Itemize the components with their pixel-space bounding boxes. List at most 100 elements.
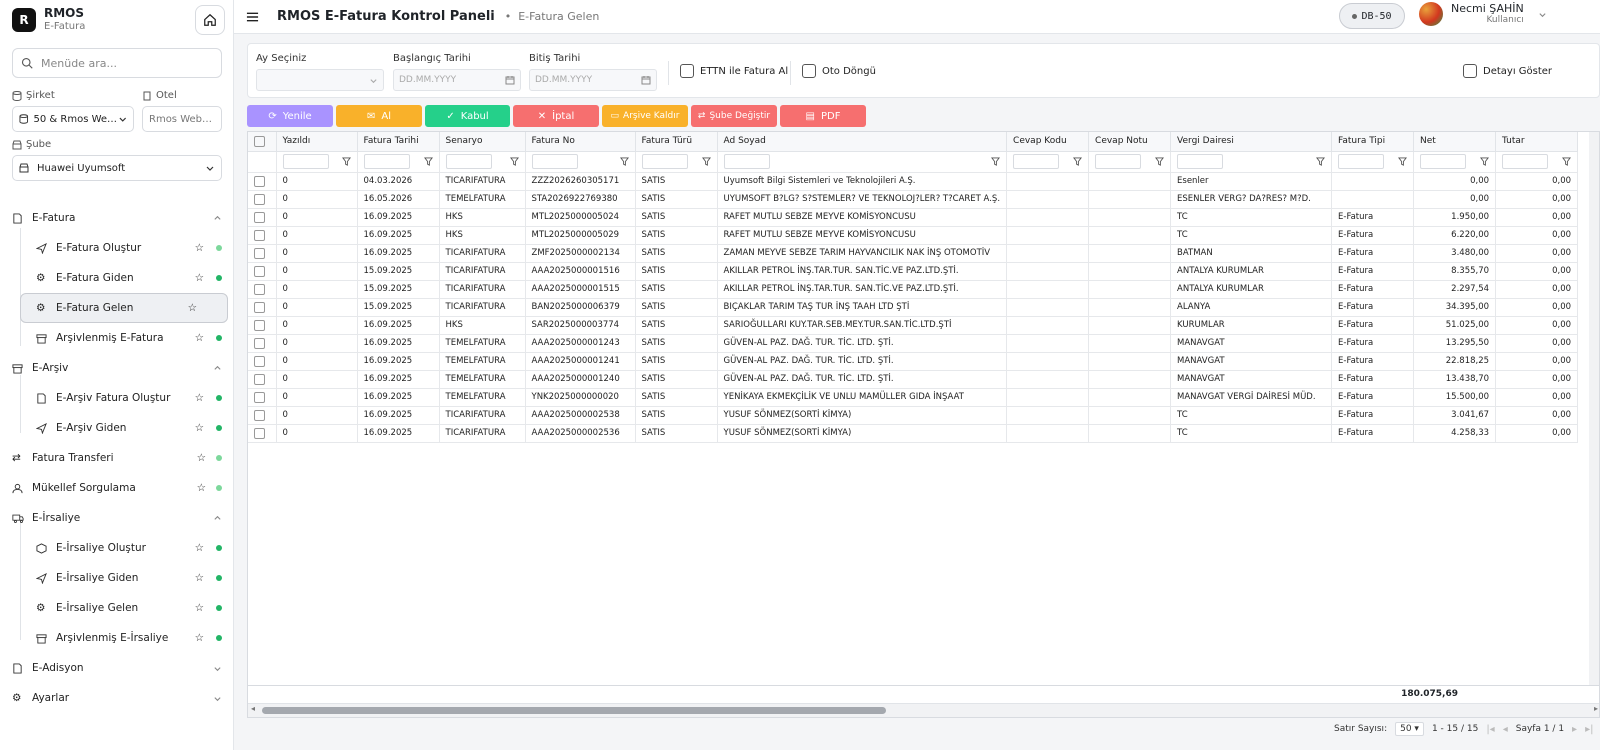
home-button[interactable] (195, 5, 225, 35)
user-menu[interactable]: Necmi ŞAHİN Kullanıcı (1419, 2, 1547, 26)
star-icon[interactable]: ☆ (195, 632, 204, 644)
sidebar-section-ayarlar[interactable]: ⚙ Ayarlar (0, 683, 234, 713)
sirket-select[interactable]: 50 & Rmos Web Demo (12, 106, 134, 132)
sidebar-item-arsivlenmis-e-fatura[interactable]: Arşivlenmiş E-Fatura ☆ (0, 323, 234, 353)
horizontal-scrollbar[interactable]: ◂ ▸ (248, 703, 1599, 717)
filter-icon[interactable] (423, 157, 433, 166)
row-select-cell[interactable] (248, 316, 277, 335)
filter-icon[interactable] (1562, 157, 1572, 166)
filter-icon[interactable] (341, 157, 351, 166)
table-row[interactable]: 0 15.09.2025 TICARIFATURA AAA2025000001516 S… (248, 262, 1579, 281)
row-checkbox[interactable] (254, 409, 265, 421)
sidebar-item-e-fatura-gelen[interactable]: ⚙ E-Fatura Gelen ☆ (20, 293, 228, 323)
table-row[interactable]: 0 16.09.2025 TICARIFATURA AAA2025000002536 S… (248, 424, 1579, 443)
row-checkbox[interactable] (254, 301, 265, 313)
column-filter-input[interactable] (723, 154, 770, 169)
sidebar-section-e-arsiv[interactable]: E-Arşiv (0, 353, 234, 383)
row-select-cell[interactable] (248, 298, 277, 317)
scroll-right-icon[interactable]: ▸ (1594, 704, 1598, 713)
star-icon[interactable]: ☆ (195, 392, 204, 404)
row-checkbox[interactable] (254, 175, 265, 187)
row-select-cell[interactable] (248, 190, 277, 209)
select-all-checkbox[interactable] (254, 135, 265, 147)
row-checkbox[interactable] (254, 265, 265, 277)
star-icon[interactable]: ☆ (195, 332, 204, 344)
row-select-cell[interactable] (248, 406, 277, 425)
row-select-cell[interactable] (248, 352, 277, 371)
column-header[interactable]: Net (1413, 132, 1497, 152)
vertical-scrollbar[interactable] (1589, 132, 1599, 685)
column-header[interactable]: Vergi Dairesi (1170, 132, 1333, 152)
menu-icon[interactable] (246, 11, 259, 23)
ay-select[interactable] (256, 69, 384, 91)
page-size-select[interactable]: 50 ▾ (1395, 722, 1424, 736)
row-select-cell[interactable] (248, 388, 277, 407)
filter-icon[interactable] (509, 157, 519, 166)
sidebar-item-e-irsaliye-olustur[interactable]: E-İrsaliye Oluştur ☆ (0, 533, 234, 563)
table-row[interactable]: 0 16.05.2026 TEMELFATURA STA2026922769380 SA… (248, 190, 1579, 209)
oto-dongu-checkbox[interactable]: Oto Döngü (802, 64, 876, 78)
column-header[interactable]: Cevap Notu (1088, 132, 1172, 152)
column-header[interactable]: Fatura No (525, 132, 636, 152)
sidebar-item-e-fatura-olustur[interactable]: E-Fatura Oluştur ☆ (0, 233, 234, 263)
star-icon[interactable]: ☆ (195, 242, 204, 254)
sidebar-item-e-fatura-giden[interactable]: ⚙ E-Fatura Giden ☆ (0, 263, 234, 293)
row-checkbox[interactable] (254, 427, 265, 439)
column-header[interactable]: Fatura Tarihi (357, 132, 440, 152)
sube-select[interactable]: Huawei Uyumsoft (12, 155, 222, 181)
sidebar-section-e-fatura[interactable]: E-Fatura (0, 203, 234, 233)
filter-icon[interactable] (1398, 157, 1408, 166)
last-page-icon[interactable]: ▸| (1585, 724, 1593, 735)
al-button[interactable]: ✉ Al (336, 105, 422, 127)
table-row[interactable]: 0 15.09.2025 TICARIFATURA BAN2025000006379 S… (248, 298, 1579, 317)
row-select-cell[interactable] (248, 280, 277, 299)
table-row[interactable]: 0 16.09.2025 TICARIFATURA AAA2025000002538 S… (248, 406, 1579, 425)
row-select-cell[interactable] (248, 424, 277, 443)
column-filter-input[interactable] (1420, 154, 1467, 169)
column-filter-input[interactable] (641, 154, 688, 169)
kabul-button[interactable]: ✓ Kabul (425, 105, 510, 127)
star-icon[interactable]: ☆ (188, 302, 197, 314)
table-row[interactable]: 0 16.09.2025 TICARIFATURA ZMF2025000002134 S… (248, 244, 1579, 263)
sube-degistir-button[interactable]: ⇄ Şube Değiştir (691, 105, 777, 127)
row-checkbox[interactable] (254, 193, 265, 205)
row-select-cell[interactable] (248, 262, 277, 281)
row-checkbox[interactable] (254, 247, 265, 259)
otel-input[interactable]: Rmos Web Demo (142, 106, 222, 132)
star-icon[interactable]: ☆ (195, 272, 204, 284)
checkbox-box[interactable] (802, 64, 816, 78)
menu-search-input[interactable]: Menüde ara... (12, 48, 222, 78)
column-filter-input[interactable] (445, 154, 492, 169)
table-row[interactable]: 0 16.09.2025 TEMELFATURA AAA2025000001241 SA… (248, 352, 1579, 371)
column-header[interactable]: Yazıldı (276, 132, 358, 152)
row-checkbox[interactable] (254, 373, 265, 385)
sidebar-item-mukellef-sorgulama[interactable]: Mükellef Sorgulama ☆ (0, 473, 234, 503)
sidebar-section-e-adisyon[interactable]: E-Adisyon (0, 653, 234, 683)
column-filter-input[interactable] (1177, 154, 1224, 169)
sidebar-item-e-arsiv-giden[interactable]: E-Arşiv Giden ☆ (0, 413, 234, 443)
scroll-left-icon[interactable]: ◂ (251, 704, 255, 713)
prev-page-icon[interactable]: ◂ (1503, 724, 1508, 735)
filter-icon[interactable] (1316, 157, 1326, 166)
column-filter-input[interactable] (363, 154, 410, 169)
bitis-date-input[interactable]: DD.MM.YYYY (529, 69, 657, 91)
filter-icon[interactable] (1073, 157, 1083, 166)
table-row[interactable]: 0 04.03.2026 TICARIFATURA ZZZ2026260305171 S… (248, 172, 1579, 191)
table-row[interactable]: 0 16.09.2025 TEMELFATURA AAA2025000001240 SA… (248, 370, 1579, 389)
sidebar-item-e-irsaliye-giden[interactable]: E-İrsaliye Giden ☆ (0, 563, 234, 593)
ettn-checkbox[interactable]: ETTN ile Fatura Al (680, 64, 788, 78)
baslangic-date-input[interactable]: DD.MM.YYYY (393, 69, 521, 91)
row-select-cell[interactable] (248, 244, 277, 263)
arsive-kaldir-button[interactable]: ▭ Arşive Kaldır (602, 105, 688, 127)
row-select-cell[interactable] (248, 208, 277, 227)
filter-icon[interactable] (991, 157, 1001, 166)
column-filter-input[interactable] (282, 154, 329, 169)
star-icon[interactable]: ☆ (197, 452, 206, 464)
column-filter-input[interactable] (1502, 154, 1549, 169)
table-row[interactable]: 0 16.09.2025 HKS SAR2025000003774 SATIS SARIO… (248, 316, 1579, 335)
yenile-button[interactable]: ⟳ Yenile (247, 105, 333, 127)
next-page-icon[interactable]: ▸ (1572, 724, 1577, 735)
column-filter-input[interactable] (1013, 154, 1060, 169)
column-filter-input[interactable] (1095, 154, 1142, 169)
pdf-button[interactable]: ▤ PDF (780, 105, 866, 127)
